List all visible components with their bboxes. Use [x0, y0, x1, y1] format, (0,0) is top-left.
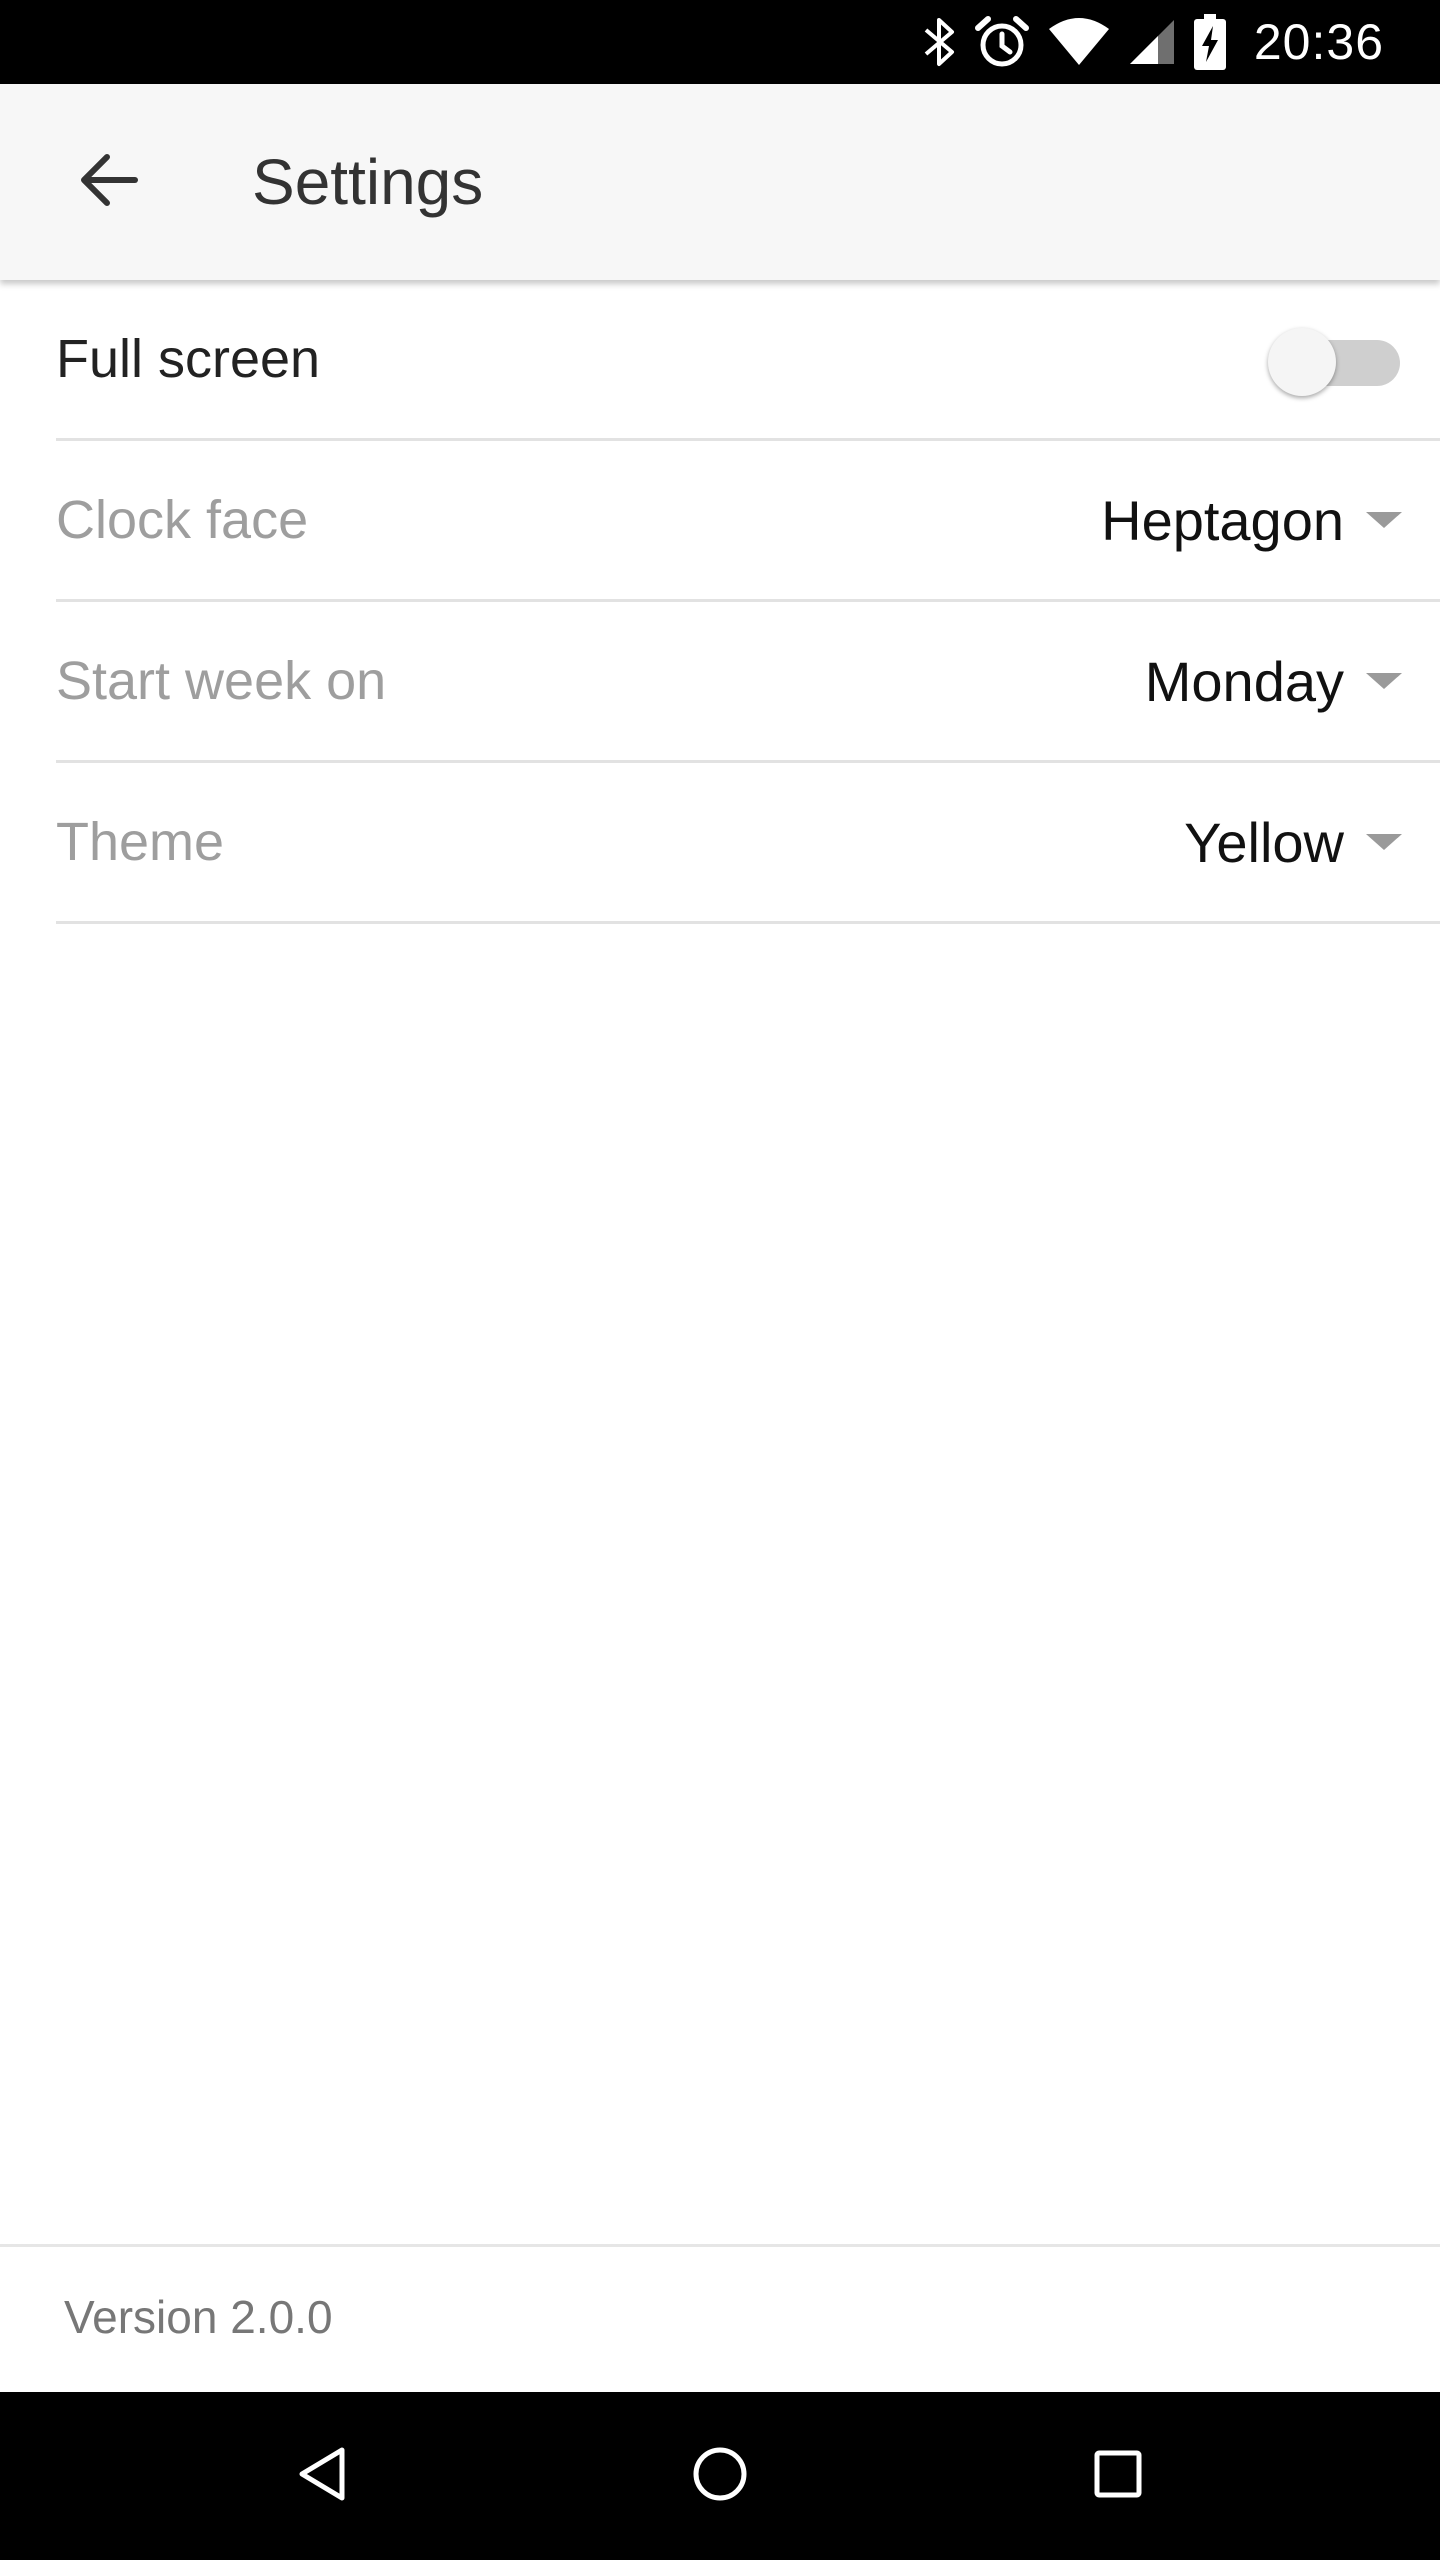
alarm-icon: [974, 14, 1030, 70]
clock-face-value: Heptagon: [1101, 488, 1344, 552]
settings-list: Full screen Clock face Heptagon Start we…: [0, 280, 1440, 924]
start-week-value: Monday: [1144, 649, 1344, 713]
nav-recents-button[interactable]: [1068, 2426, 1168, 2526]
page-title: Settings: [252, 146, 484, 218]
clock-face-row: Clock face Heptagon: [56, 441, 1440, 602]
full-screen-row[interactable]: Full screen: [56, 280, 1440, 441]
clock-face-dropdown[interactable]: Heptagon: [1101, 441, 1402, 599]
start-week-dropdown[interactable]: Monday: [1145, 602, 1402, 760]
version-text: Version 2.0.0: [64, 2291, 333, 2343]
footer: Version 2.0.0: [0, 2244, 1440, 2392]
full-screen-toggle[interactable]: [1268, 328, 1408, 396]
theme-dropdown[interactable]: Yellow: [1184, 763, 1402, 921]
toggle-thumb: [1268, 328, 1336, 396]
cell-signal-icon: [1128, 18, 1176, 66]
nav-back-button[interactable]: [272, 2426, 372, 2526]
caret-down-icon: [1366, 834, 1402, 850]
nav-back-icon: [294, 2444, 350, 2509]
bluetooth-icon: [922, 16, 956, 68]
status-bar: 20:36: [0, 0, 1440, 84]
caret-down-icon: [1366, 512, 1402, 528]
battery-charging-icon: [1193, 14, 1226, 70]
status-time: 20:36: [1253, 14, 1384, 70]
full-screen-label: Full screen: [56, 329, 321, 389]
clock-face-label: Clock face: [56, 490, 309, 550]
theme-row: Theme Yellow: [56, 763, 1440, 924]
start-week-label: Start week on: [56, 651, 387, 711]
nav-home-button[interactable]: [670, 2426, 770, 2526]
theme-label: Theme: [56, 812, 225, 872]
nav-home-icon: [690, 2444, 750, 2509]
nav-recents-icon: [1092, 2448, 1144, 2505]
start-week-row: Start week on Monday: [56, 602, 1440, 763]
caret-down-icon: [1366, 673, 1402, 689]
nav-bar: [0, 2392, 1440, 2560]
arrow-back-icon: [77, 149, 139, 216]
status-icons: 20:36: [922, 0, 1384, 84]
wifi-icon: [1048, 17, 1110, 67]
theme-value: Yellow: [1184, 810, 1344, 874]
back-button[interactable]: [60, 134, 156, 230]
app-bar: Settings: [0, 84, 1440, 280]
